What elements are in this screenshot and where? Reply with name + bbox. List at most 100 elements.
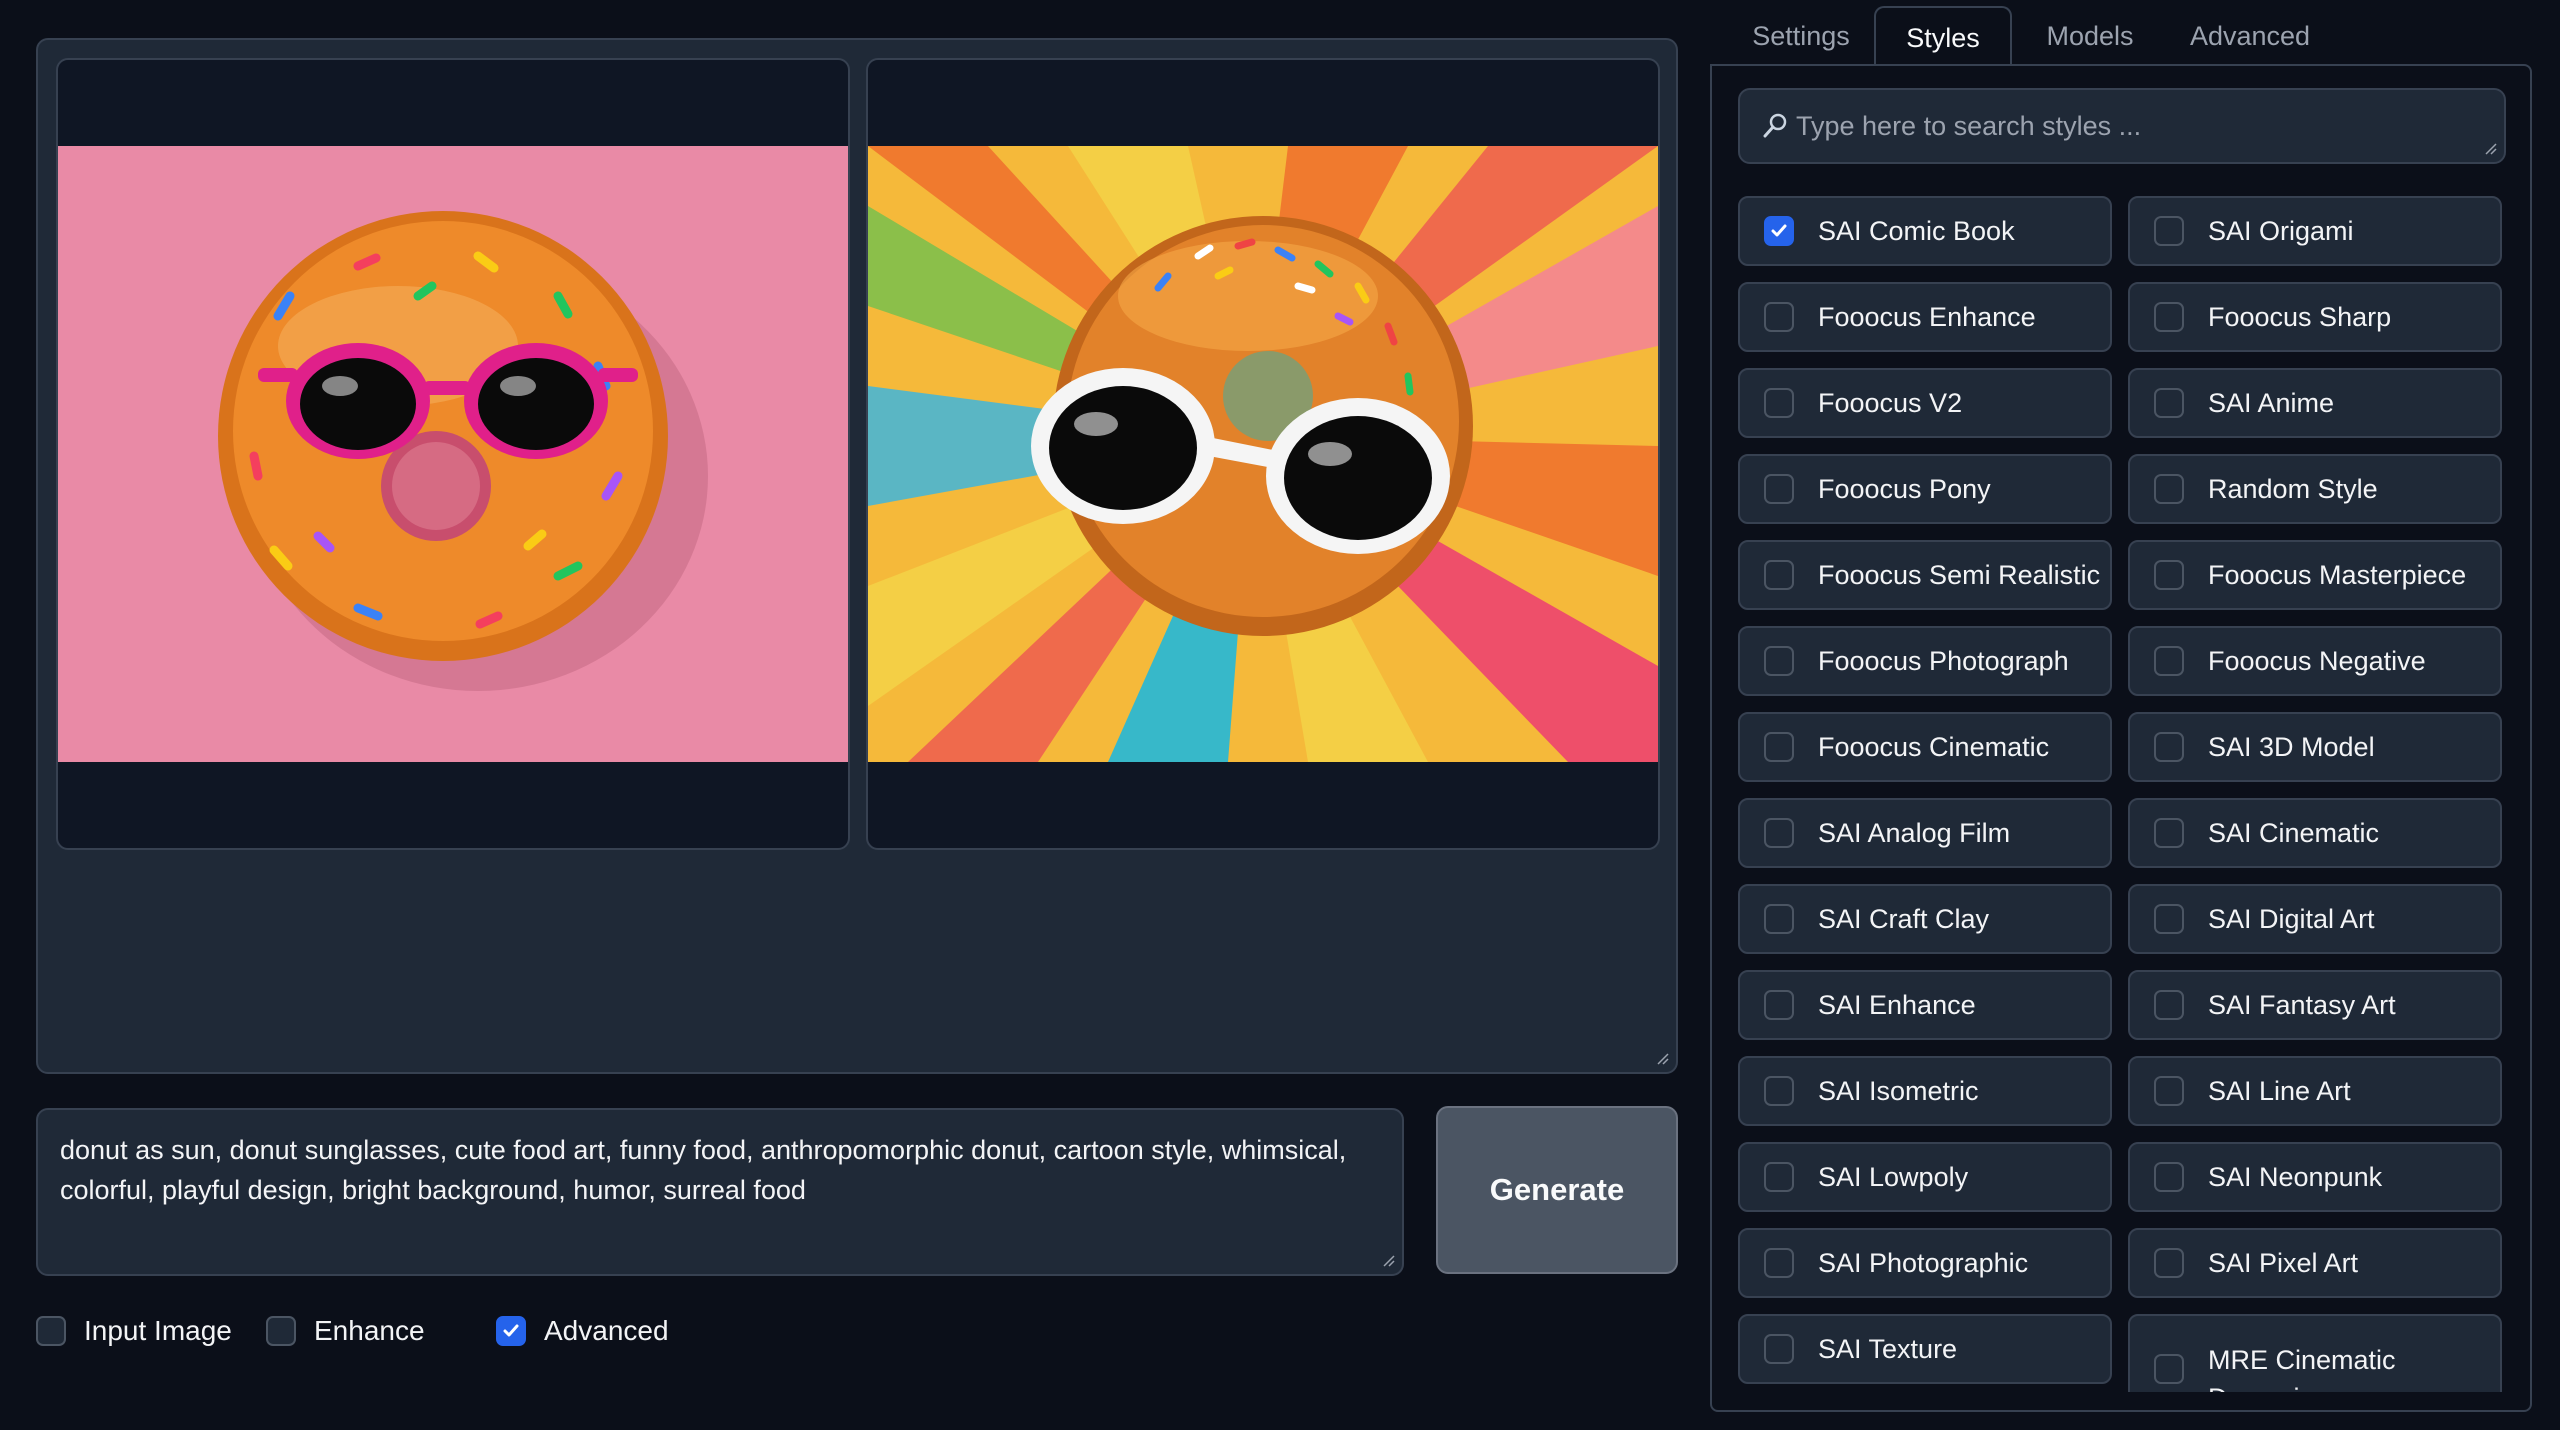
style-item[interactable]: SAI Digital Art bbox=[2128, 884, 2502, 954]
style-label: SAI Texture bbox=[1818, 1333, 1958, 1364]
gallery-image-2[interactable] bbox=[866, 58, 1660, 850]
style-item[interactable]: SAI Lowpoly bbox=[1738, 1142, 2112, 1212]
style-label: SAI Neonpunk bbox=[2208, 1161, 2383, 1192]
checkbox[interactable] bbox=[1764, 990, 1794, 1020]
checkbox[interactable] bbox=[2154, 1162, 2184, 1192]
prompt-text: donut as sun, donut sunglasses, cute foo… bbox=[60, 1135, 1347, 1205]
checkbox[interactable] bbox=[2154, 904, 2184, 934]
option-label: Enhance bbox=[314, 1315, 425, 1346]
donut-sunburst-image bbox=[868, 146, 1658, 762]
checkbox[interactable] bbox=[2154, 1076, 2184, 1106]
checkbox[interactable] bbox=[2154, 302, 2184, 332]
style-item[interactable]: SAI Line Art bbox=[2128, 1056, 2502, 1126]
checkbox[interactable] bbox=[2154, 1248, 2184, 1278]
style-label: SAI Pixel Art bbox=[2208, 1247, 2359, 1278]
option-enhance[interactable]: Enhance bbox=[266, 1314, 425, 1348]
resize-grip-icon[interactable] bbox=[1656, 1052, 1670, 1066]
checkbox[interactable] bbox=[1764, 1076, 1794, 1106]
checkbox[interactable] bbox=[36, 1316, 66, 1346]
style-label: Fooocus Negative bbox=[2208, 645, 2426, 676]
checkbox[interactable] bbox=[1764, 474, 1794, 504]
style-item[interactable]: Fooocus Photograph bbox=[1738, 626, 2112, 696]
style-item[interactable]: SAI Neonpunk bbox=[2128, 1142, 2502, 1212]
styles-search-input[interactable]: Type here to search styles ... bbox=[1738, 88, 2506, 164]
checkbox[interactable] bbox=[1764, 560, 1794, 590]
option-label: Advanced bbox=[544, 1315, 669, 1346]
style-item[interactable]: SAI Craft Clay bbox=[1738, 884, 2112, 954]
style-label: SAI Enhance bbox=[1818, 989, 1976, 1020]
style-item[interactable]: Fooocus Enhance bbox=[1738, 282, 2112, 352]
style-label: SAI Anime bbox=[2208, 387, 2335, 418]
checkbox[interactable] bbox=[2154, 646, 2184, 676]
checkbox[interactable] bbox=[2154, 732, 2184, 762]
style-label: Fooocus Sharp bbox=[2208, 301, 2392, 332]
checkbox[interactable] bbox=[1764, 1334, 1794, 1364]
style-item[interactable]: Fooocus Cinematic bbox=[1738, 712, 2112, 782]
option-advanced[interactable]: Advanced bbox=[496, 1314, 669, 1348]
style-item[interactable]: Fooocus Semi Realistic bbox=[1738, 540, 2112, 610]
generate-button[interactable]: Generate bbox=[1436, 1106, 1678, 1274]
style-list: SAI Comic Book SAI Origami Fooocus Enhance… bbox=[1738, 196, 2506, 1392]
tab-settings[interactable]: Settings bbox=[1730, 6, 1872, 66]
checkbox[interactable] bbox=[2154, 560, 2184, 590]
resize-grip-icon[interactable] bbox=[2484, 142, 2498, 156]
style-item[interactable]: SAI Photographic bbox=[1738, 1228, 2112, 1298]
style-label: Fooocus Masterpiece bbox=[2208, 559, 2467, 590]
tab-advanced[interactable]: Advanced bbox=[2166, 6, 2334, 66]
style-label: SAI Line Art bbox=[2208, 1075, 2351, 1106]
checkbox[interactable] bbox=[1764, 732, 1794, 762]
style-item[interactable]: Fooocus Sharp bbox=[2128, 282, 2502, 352]
style-item[interactable]: SAI Isometric bbox=[1738, 1056, 2112, 1126]
style-label: Fooocus Semi Realistic bbox=[1818, 559, 2101, 590]
style-item[interactable]: SAI Comic Book bbox=[1738, 196, 2112, 266]
checkbox[interactable] bbox=[1764, 1162, 1794, 1192]
tab-styles[interactable]: Styles bbox=[1874, 6, 2012, 68]
checkbox[interactable] bbox=[266, 1316, 296, 1346]
style-label: Random Style bbox=[2208, 473, 2378, 504]
style-item[interactable]: SAI Pixel Art bbox=[2128, 1228, 2502, 1298]
style-item[interactable]: Random Style bbox=[2128, 454, 2502, 524]
checkbox-checked[interactable] bbox=[496, 1316, 526, 1346]
style-label: Fooocus Photograph bbox=[1818, 645, 2069, 676]
option-label: Input Image bbox=[84, 1315, 232, 1346]
style-label: MRE Cinematic Dynamic bbox=[2208, 1345, 2396, 1392]
style-item[interactable]: SAI Origami bbox=[2128, 196, 2502, 266]
style-item[interactable]: SAI 3D Model bbox=[2128, 712, 2502, 782]
style-item[interactable]: Fooocus Negative bbox=[2128, 626, 2502, 696]
gallery-image-1[interactable] bbox=[56, 58, 850, 850]
checkbox[interactable] bbox=[1764, 1248, 1794, 1278]
style-item[interactable]: SAI Anime bbox=[2128, 368, 2502, 438]
search-placeholder: Type here to search styles ... bbox=[1796, 110, 2142, 141]
style-item[interactable]: Fooocus Pony bbox=[1738, 454, 2112, 524]
style-item[interactable]: Fooocus Masterpiece bbox=[2128, 540, 2502, 610]
style-item[interactable]: Fooocus V2 bbox=[1738, 368, 2112, 438]
checkbox[interactable] bbox=[2154, 818, 2184, 848]
option-input-image[interactable]: Input Image bbox=[36, 1314, 232, 1348]
checkbox[interactable] bbox=[1764, 818, 1794, 848]
style-item[interactable]: SAI Analog Film bbox=[1738, 798, 2112, 868]
checkbox[interactable] bbox=[1764, 388, 1794, 418]
style-item[interactable]: SAI Fantasy Art bbox=[2128, 970, 2502, 1040]
checkbox-checked[interactable] bbox=[1764, 216, 1794, 246]
style-item[interactable]: SAI Cinematic bbox=[2128, 798, 2502, 868]
search-icon bbox=[1760, 111, 1790, 141]
checkbox[interactable] bbox=[2154, 388, 2184, 418]
style-label: SAI Analog Film bbox=[1818, 817, 2011, 848]
style-label: SAI Cinematic bbox=[2208, 817, 2380, 848]
tab-models[interactable]: Models bbox=[2022, 6, 2158, 66]
style-label: SAI Lowpoly bbox=[1818, 1161, 1969, 1192]
checkbox[interactable] bbox=[1764, 302, 1794, 332]
style-label: Fooocus Cinematic bbox=[1818, 731, 2050, 762]
resize-grip-icon[interactable] bbox=[1382, 1254, 1396, 1268]
checkbox[interactable] bbox=[2154, 216, 2184, 246]
checkbox[interactable] bbox=[2154, 1354, 2184, 1384]
donut-pink-image bbox=[58, 146, 848, 762]
checkbox[interactable] bbox=[1764, 904, 1794, 934]
checkbox[interactable] bbox=[2154, 990, 2184, 1020]
style-item[interactable]: MRE Cinematic Dynamic bbox=[2128, 1314, 2502, 1392]
style-item[interactable]: SAI Texture bbox=[1738, 1314, 2112, 1384]
style-item[interactable]: SAI Enhance bbox=[1738, 970, 2112, 1040]
checkbox[interactable] bbox=[2154, 474, 2184, 504]
checkbox[interactable] bbox=[1764, 646, 1794, 676]
prompt-textarea[interactable]: donut as sun, donut sunglasses, cute foo… bbox=[36, 1108, 1404, 1276]
